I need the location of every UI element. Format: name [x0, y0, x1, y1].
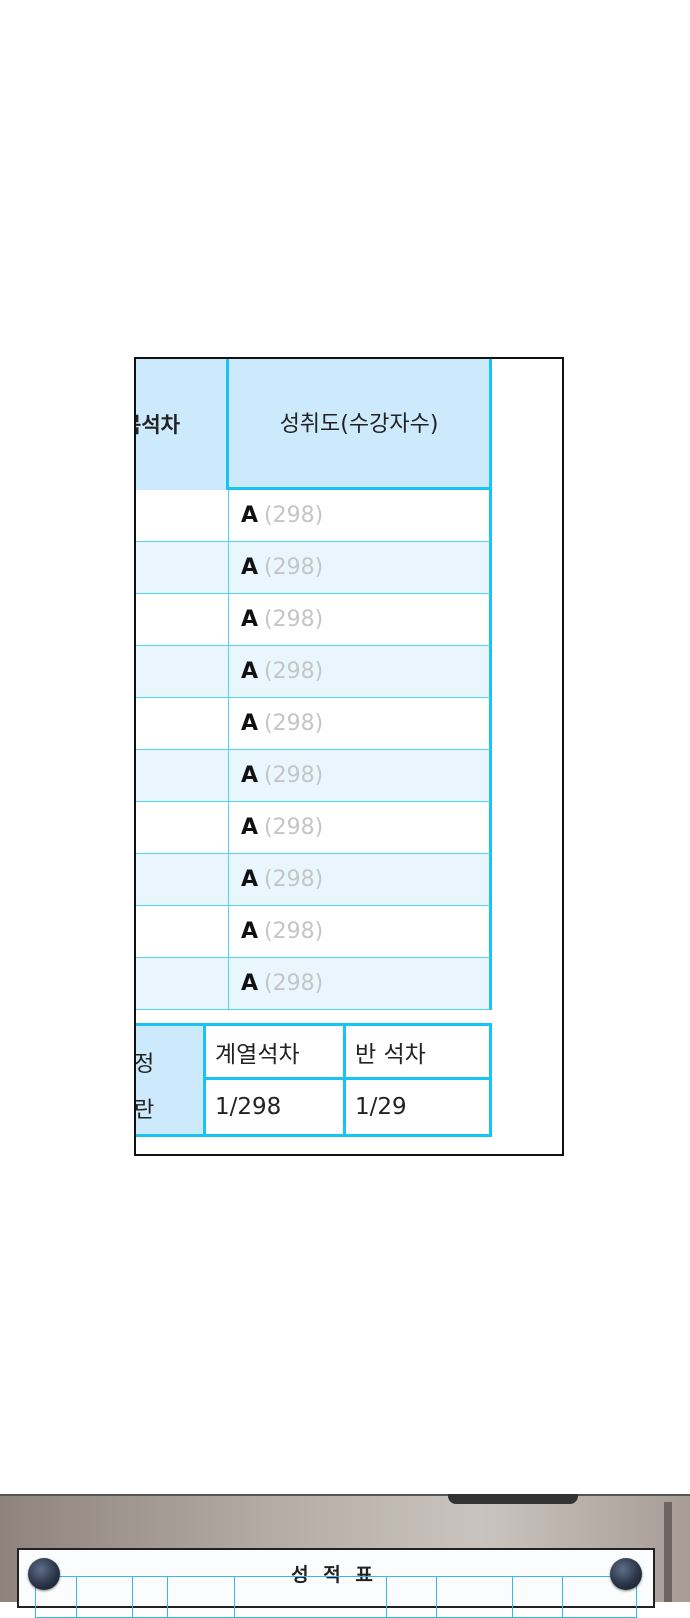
table-row	[136, 854, 229, 906]
enrollment-count: (298)	[264, 971, 324, 996]
table-row: A (298)	[229, 906, 492, 958]
grade-letter: A	[241, 711, 259, 736]
rank-section: 정 란 계열석차 반 석차 1/298 1/29	[134, 1023, 492, 1137]
report-card-crop: 목석차 성취도(수강자수) A(298) A(298) A(298) A(298…	[134, 357, 564, 1156]
rank-section-label: 정 란	[134, 1023, 205, 1137]
table-row	[136, 542, 229, 594]
enrollment-count: (298)	[264, 659, 324, 684]
table-row	[136, 802, 229, 854]
track-rank-value: 1/298	[206, 1080, 346, 1134]
grade-letter: A	[241, 971, 259, 996]
sheet-grid-line	[436, 1577, 437, 1617]
table-row	[136, 698, 229, 750]
track-rank-header: 계열석차	[206, 1026, 346, 1080]
sheet-grid-line	[562, 1577, 563, 1617]
grade-letter: A	[241, 503, 259, 528]
table-row: A (298)	[229, 542, 492, 594]
grade-letter: A	[241, 867, 259, 892]
board-shadow	[448, 1494, 578, 1504]
grade-letter: A	[241, 607, 259, 632]
table-row	[136, 958, 229, 1010]
sheet-grid-line	[76, 1577, 77, 1617]
rank-label-line-1: 정	[134, 1052, 155, 1077]
achievement-column-header: 성취도(수강자수)	[229, 359, 492, 490]
table-row: A (298)	[229, 646, 492, 698]
magnet-icon	[610, 1558, 642, 1590]
table-row	[136, 490, 229, 542]
sheet-grid-line	[167, 1577, 168, 1617]
rank-table: 계열석차 반 석차 1/298 1/29	[203, 1023, 492, 1137]
enrollment-count: (298)	[264, 711, 324, 736]
table-row	[136, 646, 229, 698]
table-row	[136, 906, 229, 958]
grade-letter: A	[241, 919, 259, 944]
sheet-grid-line	[234, 1577, 235, 1617]
table-row: A (298)	[229, 594, 492, 646]
class-rank-header: 반 석차	[346, 1026, 489, 1080]
rank-label-line-2: 란	[134, 1098, 155, 1123]
grade-letter: A	[241, 763, 259, 788]
achievement-header-label: 성취도(수강자수)	[279, 412, 439, 437]
board-edge	[664, 1502, 672, 1602]
posted-report-sheet: 성 적 표	[17, 1548, 655, 1618]
table-row: A (298)	[229, 750, 492, 802]
sheet-grid-line	[132, 1577, 133, 1617]
rank-column: 목석차	[136, 359, 229, 1010]
enrollment-count: (298)	[264, 867, 324, 892]
grade-letter: A	[241, 815, 259, 840]
whiteboard-scene: 성 적 표	[0, 1494, 690, 1618]
grade-letter: A	[241, 555, 259, 580]
class-rank-value: 1/29	[355, 1094, 407, 1120]
enrollment-count: (298)	[264, 555, 324, 580]
table-row: A (298)	[229, 490, 492, 542]
sheet-grid-line	[512, 1577, 513, 1617]
grade-letter: A	[241, 659, 259, 684]
table-row	[136, 750, 229, 802]
table-row	[136, 594, 229, 646]
magnet-icon	[28, 1558, 60, 1590]
table-row: A (298)	[229, 698, 492, 750]
rank-column-header-label: 목석차	[136, 412, 180, 437]
achievement-column: 성취도(수강자수) A (298) A (298) A (298) A (298) A(…	[229, 359, 492, 1010]
table-row: A (298)	[229, 802, 492, 854]
table-row: A (298)	[229, 958, 492, 1010]
enrollment-count: (298)	[264, 763, 324, 788]
enrollment-count: (298)	[264, 815, 324, 840]
enrollment-count: (298)	[264, 919, 324, 944]
sheet-grid	[35, 1576, 637, 1618]
enrollment-count: (298)	[264, 607, 324, 632]
table-row: A (298)	[229, 854, 492, 906]
enrollment-count: (298)	[264, 503, 324, 528]
rank-column-header: 목석차	[136, 359, 229, 490]
sheet-grid-line	[386, 1577, 387, 1617]
